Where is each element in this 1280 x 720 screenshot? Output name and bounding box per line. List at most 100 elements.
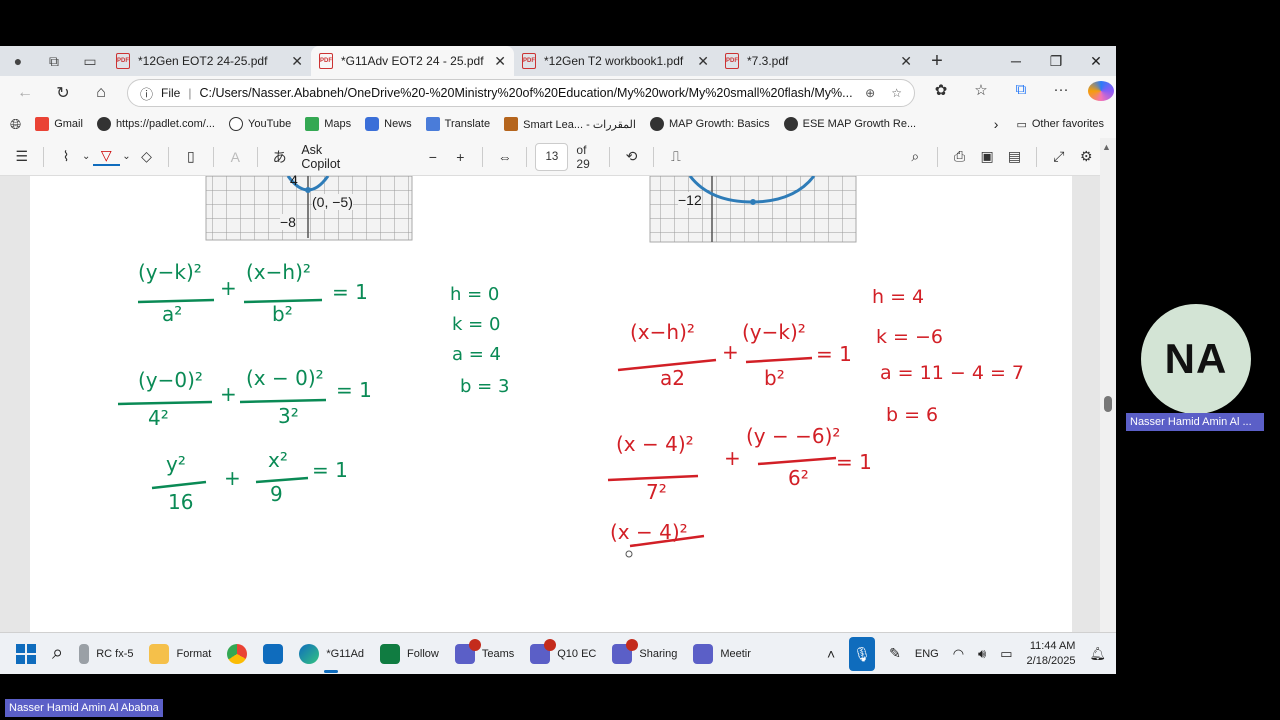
scroll-up-icon[interactable]: ▲ xyxy=(1102,142,1111,152)
fav-maps[interactable]: Maps xyxy=(305,117,351,131)
more-icon[interactable]: ··· xyxy=(1048,81,1074,105)
clock[interactable]: 11:44 AM 2/18/2025 xyxy=(1027,639,1076,669)
page-number-input[interactable]: 13 xyxy=(535,142,569,171)
read-aloud-icon[interactable]: A xyxy=(222,149,249,165)
chevron-down-icon[interactable]: ⌄ xyxy=(120,151,133,162)
collections-icon[interactable]: ⧉ xyxy=(1008,81,1034,105)
wifi-icon[interactable]: ◠ xyxy=(953,646,964,662)
globe-icon[interactable]: 🌐︎ xyxy=(10,116,21,133)
volume-icon[interactable]: 🔊︎ xyxy=(978,646,986,662)
taskbar-app-edge[interactable]: *G11Ad xyxy=(291,633,372,675)
zoom-in-icon[interactable]: + xyxy=(447,149,474,165)
tab-12gen-eot2[interactable]: PDF *12Gen EOT2 24-25.pdf ✕ xyxy=(108,46,311,76)
close-icon[interactable]: ✕ xyxy=(291,53,303,70)
ask-copilot-button[interactable]: Ask Copilot xyxy=(301,143,359,171)
zoom-icon[interactable]: ⊕ xyxy=(865,86,875,100)
fav-map-growth-basics[interactable]: MAP Growth: Basics xyxy=(649,117,770,131)
fav-news[interactable]: News xyxy=(365,117,412,131)
close-icon[interactable]: ✕ xyxy=(900,53,912,70)
vertical-scrollbar[interactable]: ▲ ▼ xyxy=(1100,138,1116,674)
taskbar-app-excel[interactable]: Follow xyxy=(372,633,447,675)
fav-gmail[interactable]: Gmail xyxy=(35,117,83,131)
favorites-icon[interactable]: ☆ xyxy=(968,81,994,105)
taskbar-app-teams-q10[interactable]: Q10 EC xyxy=(522,633,604,675)
taskbar-app-teams-sharing[interactable]: Sharing xyxy=(604,633,685,675)
translate-icon[interactable]: あ xyxy=(266,147,293,167)
excel-icon xyxy=(380,643,401,664)
refresh-icon[interactable]: ↻ xyxy=(44,83,82,103)
scroll-thumb[interactable] xyxy=(1104,396,1112,412)
pdf-icon: PDF xyxy=(319,53,333,69)
highlight-icon[interactable]: ⌇ xyxy=(52,148,79,165)
fav-ese-map-growth[interactable]: ESE MAP Growth Re... xyxy=(783,117,916,131)
chevron-down-icon[interactable]: ⌄ xyxy=(80,151,93,162)
fav-youtube[interactable]: YouTube xyxy=(229,117,291,131)
search-icon[interactable]: ⌕ xyxy=(902,148,929,165)
tab-12gen-t2-workbook[interactable]: PDF *12Gen T2 workbook1.pdf ✕ xyxy=(514,46,717,76)
taskbar-label: Follow xyxy=(407,647,439,660)
ink-text: b² xyxy=(272,302,293,326)
workspaces-icon[interactable]: ⧉ xyxy=(36,46,72,76)
tab-g11adv-eot2[interactable]: PDF *G11Adv EOT2 24 - 25.pdf ✕ xyxy=(311,46,514,76)
language-indicator[interactable]: ENG xyxy=(915,648,939,660)
fav-padlet[interactable]: https://padlet.com/... xyxy=(96,117,215,131)
ink-text: (y−k)² xyxy=(138,260,202,284)
chevron-up-icon[interactable]: ˄ xyxy=(827,646,835,662)
extensions-icon[interactable]: ✿ xyxy=(928,81,954,105)
info-icon[interactable]: ⓘ xyxy=(140,84,153,103)
taskbar-app-teams-meeting[interactable]: Meetir xyxy=(685,633,759,675)
fit-page-icon[interactable]: ⇔ xyxy=(491,149,518,165)
profile-icon[interactable]: ● xyxy=(0,46,36,76)
rotate-icon[interactable]: ⟲ xyxy=(618,148,645,165)
favorite-star-icon[interactable]: ☆ xyxy=(891,86,902,100)
close-window-icon[interactable]: ✕ xyxy=(1076,53,1116,70)
url-text[interactable]: C:/Users/Nasser.Ababneh/OneDrive%20-%20M… xyxy=(199,86,857,100)
eraser-icon[interactable]: ◇ xyxy=(133,148,160,165)
text-box-icon[interactable]: ▯ xyxy=(177,148,204,165)
zoom-out-icon[interactable]: − xyxy=(419,149,446,165)
favorites-bar: 🌐︎ Gmail https://padlet.com/... YouTube … xyxy=(0,110,1116,138)
settings-gear-icon[interactable]: ⚙ xyxy=(1073,148,1100,165)
divider xyxy=(43,146,45,167)
taskbar-app-outlook[interactable] xyxy=(255,633,291,675)
vertex-point xyxy=(305,187,311,193)
new-tab-button[interactable]: + xyxy=(920,50,954,73)
battery-icon[interactable]: ▭ xyxy=(1000,646,1012,662)
chevron-right-icon[interactable]: › xyxy=(994,116,999,132)
contents-icon[interactable]: ☰ xyxy=(8,148,35,165)
document-viewport[interactable]: 4 (0, −5) −8 −12 (y−k)² a² + (x−h)² b² =… xyxy=(0,172,1100,674)
taskbar-app-explorer[interactable]: Format xyxy=(141,633,219,675)
tab-7-3[interactable]: PDF *7.3.pdf ✕ xyxy=(717,46,920,76)
print-icon[interactable]: ⎙ xyxy=(946,148,973,165)
restore-icon[interactable]: ❐ xyxy=(1036,53,1076,70)
pen-icon[interactable]: ✎ xyxy=(889,645,901,662)
close-icon[interactable]: ✕ xyxy=(697,53,709,70)
ink-text: = 1 xyxy=(312,458,348,482)
other-favorites[interactable]: ▭ Other favorites xyxy=(1016,118,1104,131)
ink-text: = 1 xyxy=(332,280,368,304)
fav-label: YouTube xyxy=(248,118,292,130)
padlet-icon xyxy=(96,117,111,131)
search-button[interactable]: ⌕ xyxy=(44,633,71,675)
microphone-icon[interactable]: 🎙︎ xyxy=(849,636,876,671)
fullscreen-icon[interactable]: ⤢ xyxy=(1045,148,1072,165)
address-field[interactable]: ⓘ File | C:/Users/Nasser.Ababneh/OneDriv… xyxy=(127,79,915,107)
start-button[interactable] xyxy=(0,633,44,675)
home-icon[interactable]: ⌂ xyxy=(82,84,120,102)
taskbar-app-chrome[interactable] xyxy=(219,633,255,675)
tab-actions-icon[interactable]: ▭ xyxy=(72,46,108,76)
minimize-icon[interactable]: ─ xyxy=(996,53,1036,70)
fav-translate[interactable]: Translate xyxy=(425,117,490,131)
taskbar-app-calculator[interactable]: RC fx-5 xyxy=(71,633,141,675)
notifications-icon[interactable]: 🔔︎ xyxy=(1089,646,1106,662)
save-as-icon[interactable]: ▤ xyxy=(1001,148,1028,165)
taskbar-app-teams[interactable]: Teams xyxy=(447,633,522,675)
page-view-icon[interactable]: ⎍ xyxy=(662,148,689,165)
fav-smart-learning[interactable]: Smart Lea... - المقررات xyxy=(504,117,636,131)
draw-icon[interactable]: ▽ xyxy=(92,147,121,166)
back-icon[interactable]: ← xyxy=(6,84,44,102)
translate-icon xyxy=(425,117,440,131)
save-icon[interactable]: ▣ xyxy=(973,148,1000,165)
close-icon[interactable]: ✕ xyxy=(494,53,506,70)
copilot-icon[interactable] xyxy=(1088,81,1114,105)
